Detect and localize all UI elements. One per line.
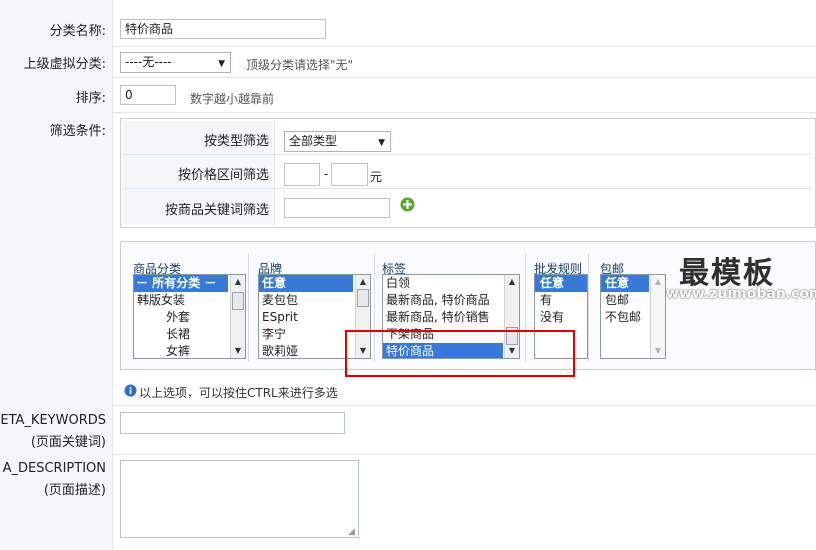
meta-keywords-label: ETA_KEYWORDS [0, 413, 106, 428]
parent-category-label-cell: 上级虚拟分类: [0, 46, 113, 77]
multi-select-hint: 以上选项，可以按住CTRL来进行多选 [139, 386, 338, 400]
list-item[interactable]: 麦包包 [259, 292, 370, 309]
chevron-down-icon: ▼ [218, 59, 225, 69]
price-min-input[interactable] [284, 163, 320, 186]
parent-category-selected: ----无---- [125, 55, 172, 69]
filter-by-keyword-row: 按商品关键词筛选 [122, 189, 812, 225]
filter-by-type-row: 按类型筛选 全部类型 ▼ [122, 121, 812, 155]
list-item[interactable]: 没有 [535, 309, 587, 326]
scrollbar-thumb[interactable] [357, 289, 369, 307]
category-listbox[interactable]: － 所有分类 － 韩版女装 外套 长裙 女裤 ▲ ▼ [133, 274, 246, 359]
sort-input[interactable]: 0 [120, 85, 176, 105]
scrollbar-thumb[interactable] [232, 292, 244, 310]
info-icon [124, 384, 137, 397]
list-item[interactable]: 最新商品, 特价商品 [383, 292, 519, 309]
shipping-list-group: 包邮 任意 包邮 不包邮 ▲ ▼ [592, 253, 666, 361]
meta-description-label-cell: A_DESCRIPTION (页面描述) [0, 454, 113, 550]
list-item[interactable]: 任意 [601, 275, 649, 292]
category-list-group: 商品分类 － 所有分类 － 韩版女装 外套 长裙 女裤 ▲ ▼ [125, 253, 249, 361]
list-item[interactable]: － 所有分类 － [134, 275, 228, 292]
meta-keywords-input[interactable] [120, 412, 345, 434]
filter-row: 筛选条件: 按类型筛选 全部类型 ▼ 按价格区间筛选 - 元 按商品关键词筛选 [0, 112, 816, 406]
filter-by-keyword-label: 按商品关键词筛选 [164, 203, 269, 218]
resize-handle-icon[interactable]: ◢ [348, 527, 355, 537]
highlight-box [345, 330, 575, 377]
category-name-label: 分类名称: [49, 24, 106, 39]
keyword-input[interactable] [284, 198, 390, 218]
scroll-down-icon[interactable]: ▼ [231, 344, 245, 358]
filter-by-price-row: 按价格区间筛选 - 元 [122, 155, 812, 189]
sort-label-cell: 排序: [0, 77, 113, 112]
list-item[interactable]: 有 [535, 292, 587, 309]
scroll-up-icon[interactable]: ▲ [356, 275, 370, 289]
list-item[interactable]: 外套 [134, 309, 245, 326]
category-name-row: 分类名称: 特价商品 [0, 0, 816, 47]
meta-description-sublabel: (页面描述) [43, 483, 106, 498]
list-item[interactable]: 韩版女装 [134, 292, 245, 309]
filter-by-price-label-cell: 按价格区间筛选 [122, 155, 275, 188]
sort-label: 排序: [75, 91, 106, 106]
filter-by-type-label-cell: 按类型筛选 [122, 121, 275, 154]
category-scrollbar[interactable]: ▲ ▼ [230, 275, 245, 358]
list-item[interactable]: 白领 [383, 275, 519, 292]
add-icon[interactable] [400, 197, 415, 212]
parent-category-hint: 顶级分类请选择"无" [246, 58, 354, 72]
sort-hint: 数字越小越靠前 [190, 92, 275, 106]
meta-description-textarea[interactable] [120, 460, 359, 538]
list-item[interactable]: ESprit [259, 309, 370, 326]
shipping-listbox[interactable]: 任意 包邮 不包邮 ▲ ▼ [600, 274, 666, 359]
list-item[interactable]: 女裤 [134, 343, 245, 358]
list-item[interactable]: 长裙 [134, 326, 245, 343]
parent-category-row: 上级虚拟分类: ----无---- ▼ 顶级分类请选择"无" [0, 46, 816, 78]
filter-by-price-label: 按价格区间筛选 [177, 168, 269, 183]
scroll-up-icon[interactable]: ▲ [231, 275, 245, 289]
scroll-up-icon[interactable]: ▲ [505, 275, 519, 289]
meta-keywords-sublabel: (页面关键词) [30, 435, 106, 450]
list-item[interactable]: 任意 [259, 275, 353, 292]
filter-by-keyword-label-cell: 按商品关键词筛选 [122, 189, 275, 225]
price-max-input[interactable] [331, 163, 368, 186]
meta-description-label: A_DESCRIPTION [2, 461, 106, 476]
sort-row: 排序: 0 数字越小越靠前 [0, 77, 816, 113]
category-name-label-cell: 分类名称: [0, 0, 113, 46]
meta-description-row: A_DESCRIPTION (页面描述) ◢ [0, 454, 816, 550]
filter-by-type-label: 按类型筛选 [203, 134, 269, 149]
scroll-up-icon[interactable]: ▲ [651, 275, 665, 289]
watermark-url: www.zuimoban.com [666, 286, 816, 302]
chevron-down-icon: ▼ [378, 138, 385, 148]
filter-fields-panel: 按类型筛选 全部类型 ▼ 按价格区间筛选 - 元 按商品关键词筛选 [120, 118, 816, 228]
category-name-input[interactable]: 特价商品 [120, 19, 326, 39]
price-unit: 元 [370, 170, 383, 184]
type-selected: 全部类型 [289, 134, 338, 148]
meta-keywords-row: ETA_KEYWORDS (页面关键词) [0, 405, 816, 455]
scroll-down-icon[interactable]: ▼ [651, 344, 665, 358]
price-separator: - [324, 167, 329, 181]
type-select[interactable]: 全部类型 ▼ [284, 131, 391, 152]
parent-category-label: 上级虚拟分类: [23, 57, 106, 72]
shipping-scrollbar[interactable]: ▲ ▼ [650, 275, 665, 358]
parent-category-select[interactable]: ----无---- ▼ [120, 52, 231, 73]
filter-label: 筛选条件: [49, 124, 106, 139]
list-item[interactable]: 任意 [535, 275, 587, 292]
list-item[interactable]: 最新商品, 特价销售 [383, 309, 519, 326]
meta-keywords-label-cell: ETA_KEYWORDS (页面关键词) [0, 405, 113, 454]
filter-label-cell: 筛选条件: [0, 112, 113, 405]
